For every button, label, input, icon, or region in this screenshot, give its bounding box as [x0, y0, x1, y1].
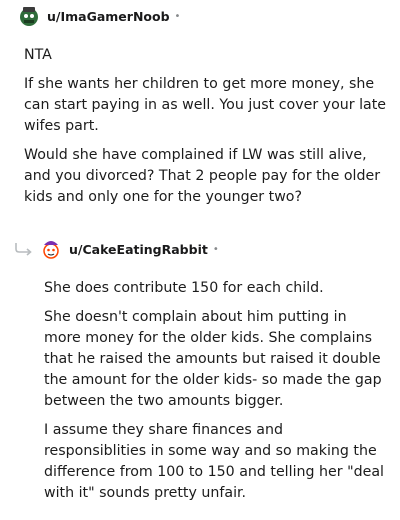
comment-paragraph: She doesn't complain about him putting i… [44, 309, 382, 409]
separator-dot: • [174, 10, 181, 22]
comment-header: u/ImaGamerNoob • [18, 5, 180, 27]
comment-body: NTA If she wants her children to get mor… [24, 45, 386, 216]
comment-author[interactable]: u/CakeEatingRabbit [69, 242, 208, 257]
separator-dot: • [212, 243, 219, 255]
comment-paragraph: She does contribute 150 for each child. [44, 280, 324, 296]
comment-paragraph: If she wants her children to get more mo… [24, 76, 387, 134]
comment-author[interactable]: u/ImaGamerNoob [47, 9, 170, 24]
comment-body: She does contribute 150 for each child. … [44, 278, 386, 512]
comment-paragraph: I assume they share finances and respons… [44, 422, 384, 501]
comment-paragraph: NTA [24, 47, 52, 63]
comment-header: u/CakeEatingRabbit • [40, 238, 219, 260]
reply-arrow-icon [15, 243, 32, 256]
comment-paragraph: Would she have complained if LW was stil… [24, 147, 381, 205]
avatar[interactable] [18, 5, 40, 27]
avatar[interactable] [40, 238, 62, 260]
